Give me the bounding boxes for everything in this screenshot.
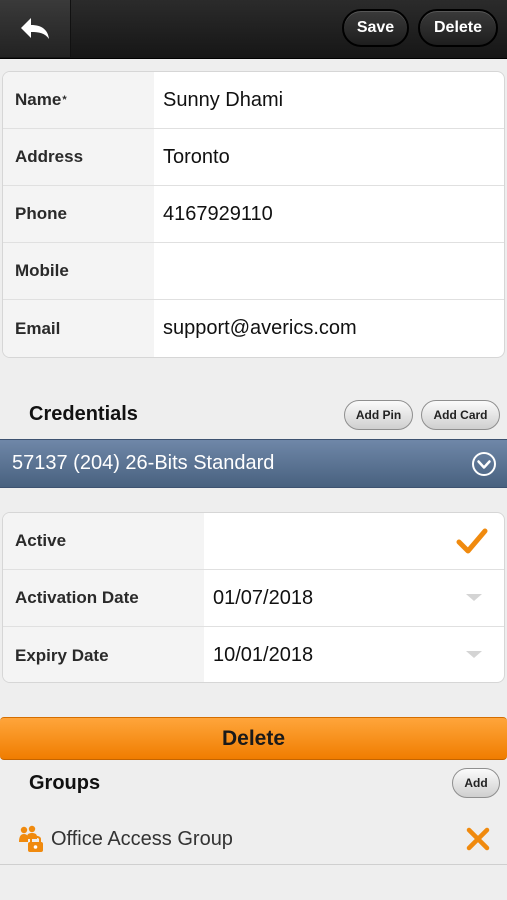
save-button[interactable]: Save: [342, 9, 409, 47]
add-group-button[interactable]: Add: [452, 768, 500, 798]
expiry-date-picker[interactable]: 10/01/2018: [204, 627, 504, 682]
dropdown-arrow-icon: [466, 594, 482, 601]
mobile-label: Mobile: [3, 243, 154, 299]
active-row: Active: [3, 513, 504, 570]
back-arrow-icon: [21, 17, 49, 39]
name-field[interactable]: Sunny Dhami: [154, 72, 504, 128]
top-toolbar: Save Delete: [0, 0, 507, 59]
address-field[interactable]: Toronto: [154, 129, 504, 185]
address-label: Address: [3, 129, 154, 185]
name-row: Name * Sunny Dhami: [3, 72, 504, 129]
chevron-down-circle-icon[interactable]: [471, 451, 497, 477]
group-lock-icon: [19, 825, 43, 852]
activation-date-picker[interactable]: 01/07/2018: [204, 570, 504, 626]
remove-group-icon[interactable]: [465, 826, 491, 852]
back-button[interactable]: [0, 0, 71, 57]
expiry-date-row: Expiry Date 10/01/2018: [3, 627, 504, 682]
name-label: Name *: [3, 72, 154, 128]
phone-field[interactable]: 4167929110: [154, 186, 504, 242]
required-mark: *: [62, 94, 67, 106]
add-pin-button[interactable]: Add Pin: [344, 400, 413, 430]
email-label: Email: [3, 300, 154, 357]
delete-button[interactable]: Delete: [418, 9, 498, 47]
groups-title: Groups: [29, 772, 101, 794]
credential-selector-text: 57137 (204) 26-Bits Standard: [12, 452, 275, 474]
expiry-date-value: 10/01/2018: [213, 644, 314, 666]
email-row: Email support@averics.com: [3, 300, 504, 357]
expiry-date-label: Expiry Date: [3, 627, 204, 682]
group-name: Office Access Group: [51, 828, 233, 850]
activation-date-label: Activation Date: [3, 570, 204, 626]
mobile-row: Mobile: [3, 243, 504, 300]
active-toggle[interactable]: [204, 513, 504, 569]
delete-credential-button[interactable]: Delete: [0, 717, 507, 760]
checkmark-icon: [456, 528, 488, 554]
address-row: Address Toronto: [3, 129, 504, 186]
credential-selector[interactable]: 57137 (204) 26-Bits Standard: [0, 439, 507, 488]
add-card-button[interactable]: Add Card: [421, 400, 500, 430]
activation-date-value: 01/07/2018: [213, 586, 314, 609]
phone-row: Phone 4167929110: [3, 186, 504, 243]
phone-label: Phone: [3, 186, 154, 242]
mobile-field[interactable]: [154, 243, 504, 299]
email-field[interactable]: support@averics.com: [154, 300, 504, 357]
contact-details-card: Name * Sunny Dhami Address Toronto Phone …: [2, 71, 505, 358]
dropdown-arrow-icon: [466, 651, 482, 658]
credential-details-card: Active Activation Date 01/07/2018 Expiry…: [2, 512, 505, 683]
list-item: Office Access Group: [0, 813, 507, 865]
activation-date-row: Activation Date 01/07/2018: [3, 570, 504, 627]
credentials-title: Credentials: [29, 403, 138, 425]
active-label: Active: [3, 513, 204, 569]
name-label-text: Name: [15, 90, 62, 109]
